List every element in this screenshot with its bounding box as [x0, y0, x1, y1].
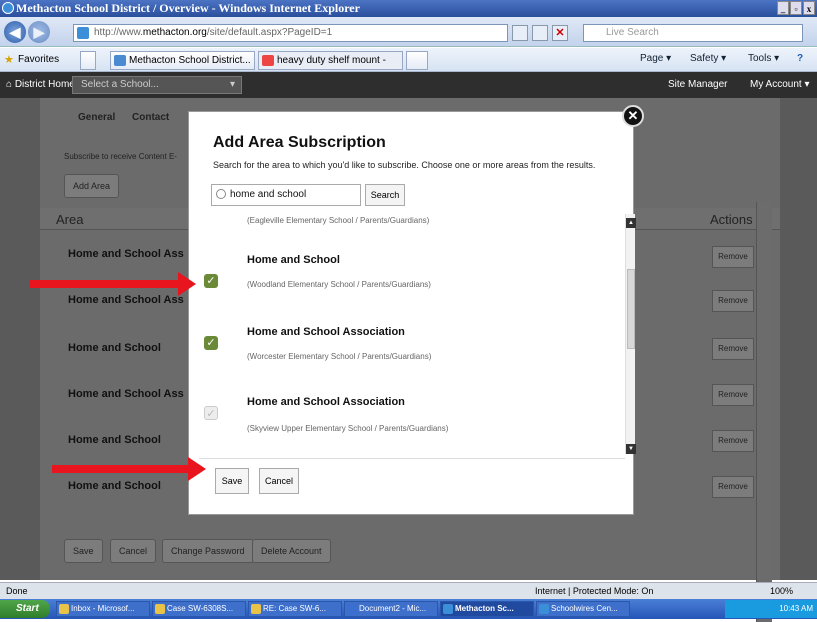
actions-header: Actions — [710, 212, 753, 227]
forward-button[interactable]: ▶ — [28, 21, 50, 43]
help-icon[interactable]: ? — [797, 53, 803, 64]
maximize-button[interactable]: ▫ — [790, 1, 802, 15]
checkbox-checked[interactable]: ✓ — [204, 336, 218, 350]
remove-button[interactable]: Remove — [712, 430, 754, 452]
word-icon — [347, 604, 357, 614]
favorites-bar: ★ Favorites Methacton School District...… — [0, 48, 817, 83]
remove-button[interactable]: Remove — [712, 338, 754, 360]
table-row: Home and School — [68, 434, 161, 446]
favorites-label[interactable]: Favorites — [18, 54, 59, 65]
ie-icon — [443, 604, 453, 614]
change-password-button[interactable]: Change Password — [162, 539, 254, 563]
remove-button[interactable]: Remove — [712, 384, 754, 406]
address-bar: ◀ ▶ http://www.methacton.org/site/defaul… — [0, 17, 817, 47]
delete-account-button[interactable]: Delete Account — [252, 539, 331, 563]
table-row: Home and School — [68, 480, 161, 492]
taskbar: Start Inbox - Microsof... Case SW-6308S.… — [0, 599, 817, 619]
status-bar: Done Internet | Protected Mode: On 100% — [0, 582, 817, 599]
url-field[interactable]: http://www.methacton.org/site/default.as… — [73, 24, 508, 42]
minimize-button[interactable]: _ — [777, 1, 789, 15]
tab-contact[interactable]: Contact — [132, 112, 169, 123]
compatibility-icon[interactable] — [532, 25, 548, 41]
site-nav: ⌂ District Home Select a School... ▾ Site… — [0, 72, 817, 98]
tab-page-icon — [114, 55, 126, 66]
favorites-star-icon[interactable]: ★ — [4, 53, 14, 66]
taskbar-item[interactable]: RE: Case SW-6... — [248, 601, 342, 617]
taskbar-item[interactable]: Case SW-6308S... — [152, 601, 246, 617]
scroll-thumb[interactable] — [627, 269, 635, 349]
search-icon — [216, 189, 226, 199]
table-row: Home and School — [68, 342, 161, 354]
safety-menu[interactable]: Safety ▾ — [690, 53, 726, 64]
scroll-up-icon[interactable]: ▲ — [626, 218, 636, 228]
cancel-button[interactable]: Cancel — [259, 468, 299, 494]
start-button[interactable]: Start — [0, 600, 50, 618]
taskbar-item[interactable]: Inbox - Microsof... — [56, 601, 150, 617]
modal-description: Search for the area to which you'd like … — [213, 160, 596, 170]
clock: 10:43 AM — [779, 604, 813, 613]
window-titlebar: Methacton School District / Overview - W… — [0, 0, 817, 17]
page-scrollbar[interactable] — [756, 202, 772, 622]
stop-icon[interactable]: ✕ — [552, 25, 568, 41]
new-tab-button[interactable] — [406, 51, 428, 70]
status-text: Done — [6, 586, 28, 596]
tab-shelf-mount[interactable]: heavy duty shelf mount - Go... — [258, 51, 403, 83]
page-icon — [77, 27, 89, 39]
taskbar-item[interactable]: Methacton Sc... — [440, 601, 534, 617]
table-row: Home and School Ass — [68, 294, 184, 306]
modal-title: Add Area Subscription — [213, 134, 386, 151]
district-home-link[interactable]: ⌂ District Home — [6, 79, 75, 90]
save-button[interactable]: Save — [215, 468, 249, 494]
bg-save-button[interactable]: Save — [64, 539, 103, 563]
quick-tabs-icon[interactable] — [80, 51, 96, 70]
site-manager-link[interactable]: Site Manager — [668, 79, 727, 90]
system-tray: 10:43 AM — [725, 600, 817, 618]
red-arrow-save — [52, 457, 206, 481]
add-area-modal: Add Area Subscription Search for the are… — [188, 111, 636, 515]
remove-button[interactable]: Remove — [712, 290, 754, 312]
mail-icon — [155, 604, 165, 614]
window-title: Methacton School District / Overview - W… — [16, 1, 360, 15]
area-search-input[interactable]: home and school — [211, 184, 361, 206]
bg-cancel-button[interactable]: Cancel — [110, 539, 157, 563]
taskbar-item[interactable]: Document2 - Mic... — [344, 601, 438, 617]
scroll-down-icon[interactable]: ▼ — [626, 444, 636, 454]
results-list[interactable]: (Eagleville Elementary School / Parents/… — [199, 214, 625, 459]
checkbox-checked[interactable]: ✓ — [204, 274, 218, 288]
taskbar-item[interactable]: Schoolwires Cen... — [536, 601, 630, 617]
table-row: Home and School Ass — [68, 248, 184, 260]
search-button[interactable]: Search — [365, 184, 405, 206]
tab-page-icon — [262, 55, 274, 66]
page-menu[interactable]: Page ▾ — [640, 53, 671, 64]
subscribe-text: Subscribe to receive Content E- — [64, 152, 177, 161]
zoom-level[interactable]: 100% — [770, 583, 793, 599]
refresh-icon[interactable] — [512, 25, 528, 41]
school-select[interactable]: Select a School... ▾ — [72, 76, 242, 94]
my-account-link[interactable]: My Account ▾ — [750, 79, 810, 90]
tab-methacton[interactable]: Methacton School District... x — [110, 51, 255, 83]
live-search-input[interactable]: Live Search — [583, 24, 803, 42]
security-zone: Internet | Protected Mode: On — [535, 586, 654, 596]
chevron-down-icon: ▾ — [229, 79, 235, 90]
remove-button[interactable]: Remove — [712, 476, 754, 498]
area-header: Area — [56, 212, 84, 227]
mail-icon — [251, 604, 261, 614]
remove-button[interactable]: Remove — [712, 246, 754, 268]
red-arrow-checkbox — [30, 272, 196, 296]
ie-icon — [539, 604, 549, 614]
close-icon[interactable]: ✕ — [622, 105, 644, 127]
close-window-button[interactable]: x — [803, 1, 815, 15]
tools-menu[interactable]: Tools ▾ — [748, 53, 779, 64]
back-button[interactable]: ◀ — [4, 21, 26, 43]
tab-general[interactable]: General — [78, 112, 115, 123]
add-area-button[interactable]: Add Area — [64, 174, 120, 198]
outlook-icon — [59, 604, 69, 614]
checkbox-disabled[interactable]: ✓ — [204, 406, 218, 420]
table-row: Home and School Ass — [68, 388, 184, 400]
ie-icon — [2, 2, 14, 14]
results-scrollbar[interactable]: ▲ ▼ — [625, 214, 636, 454]
